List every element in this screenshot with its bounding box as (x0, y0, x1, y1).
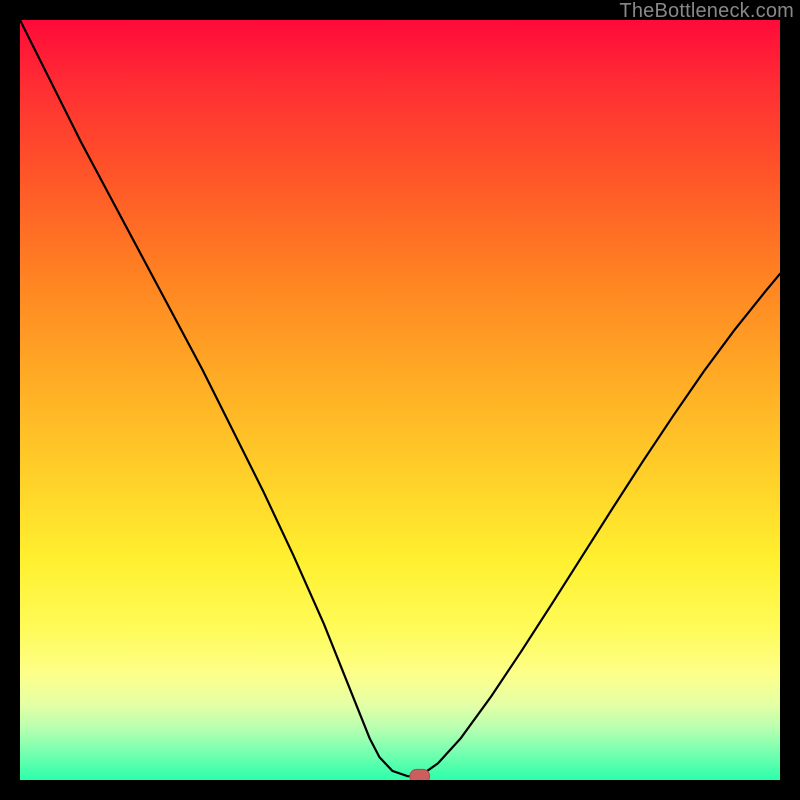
curve-right-branch (420, 274, 780, 776)
plot-area (20, 20, 780, 780)
minimum-marker (410, 769, 430, 780)
bottleneck-curve (20, 20, 780, 780)
chart-frame: TheBottleneck.com (0, 0, 800, 800)
curve-left-branch (20, 20, 420, 776)
watermark-text: TheBottleneck.com (619, 0, 794, 23)
curve-svg (20, 20, 780, 780)
